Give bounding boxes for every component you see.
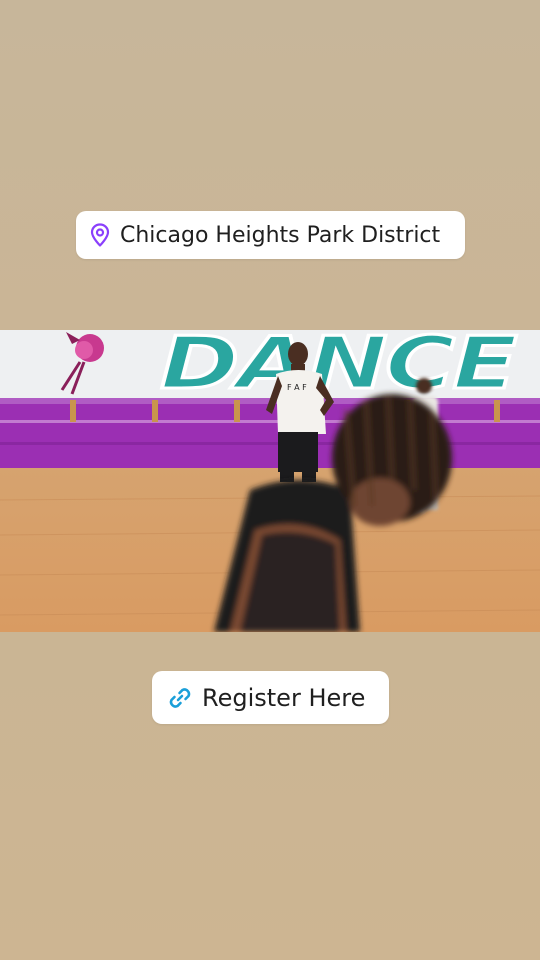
dance-studio-scene: DANCE F A F <box>0 330 540 632</box>
register-link-sticker[interactable]: Register Here <box>152 671 389 724</box>
video-frame[interactable]: DANCE F A F <box>0 330 540 632</box>
link-icon <box>169 687 191 708</box>
location-label: Chicago Heights Park District <box>120 222 441 248</box>
register-label: Register Here <box>202 683 366 712</box>
shirt-print: F A F <box>287 383 307 392</box>
location-pin-icon <box>90 223 110 247</box>
wall-mural-text: DANCE <box>160 330 517 405</box>
background-top <box>0 0 540 330</box>
location-sticker[interactable]: Chicago Heights Park District <box>76 211 465 259</box>
